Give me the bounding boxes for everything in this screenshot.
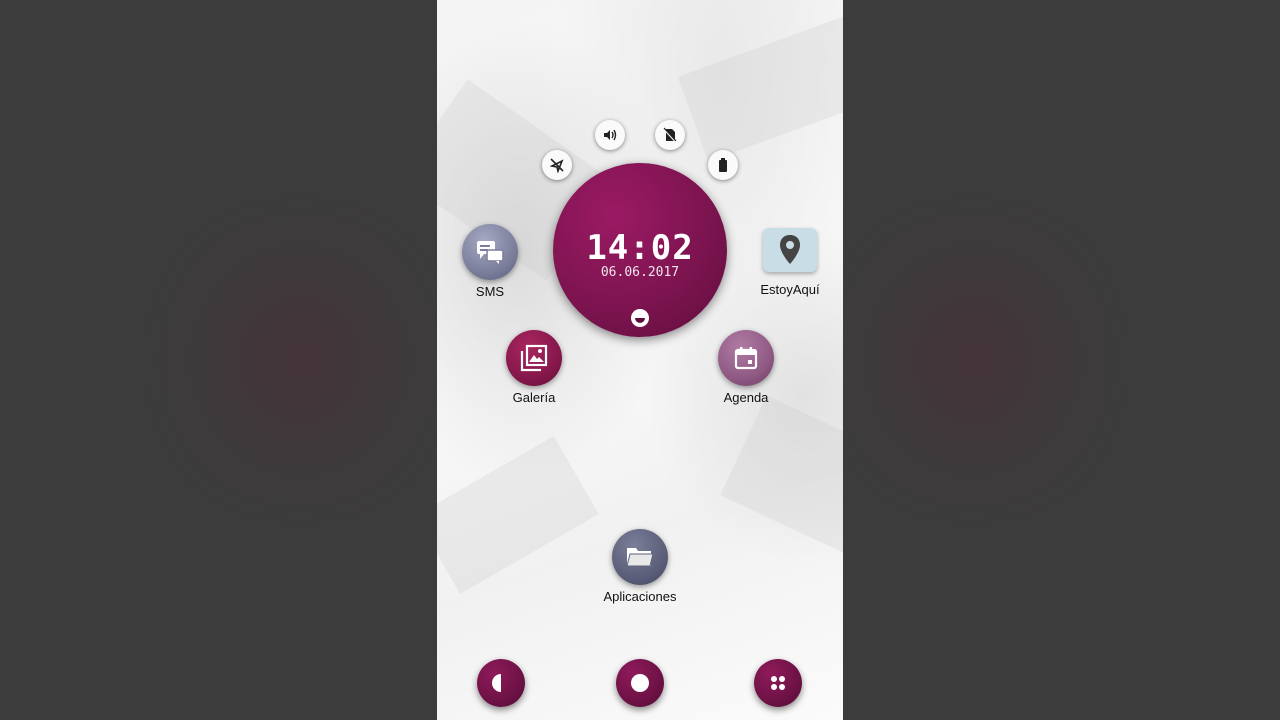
app-estoyaqui[interactable]: EstoyAquí	[745, 224, 835, 298]
phone-screen: 14:02 06.06.2017 SMS EstoyAquí Galería A…	[437, 0, 843, 720]
blurred-background-right	[843, 0, 1280, 720]
app-label: Galería	[512, 390, 556, 405]
app-label: EstoyAquí	[760, 282, 820, 297]
battery-icon[interactable]	[708, 150, 738, 180]
clock-toggle-button[interactable]	[631, 309, 649, 327]
clock-widget[interactable]: 14:02 06.06.2017	[553, 163, 727, 337]
location-off-icon[interactable]	[542, 150, 572, 180]
back-button[interactable]	[477, 659, 525, 707]
app-agenda[interactable]: Agenda	[701, 330, 791, 406]
app-aplicaciones[interactable]: Aplicaciones	[595, 529, 685, 605]
no-sim-icon[interactable]	[655, 120, 685, 150]
chat-icon	[462, 224, 518, 280]
app-galeria[interactable]: Galería	[489, 330, 579, 406]
app-label: SMS	[475, 284, 505, 299]
app-label: Aplicaciones	[603, 589, 677, 604]
blurred-background-left	[0, 0, 437, 720]
apps-button[interactable]	[754, 659, 802, 707]
volume-icon[interactable]	[595, 120, 625, 150]
app-label: Agenda	[723, 390, 769, 405]
calendar-icon	[718, 330, 774, 386]
gallery-icon	[506, 330, 562, 386]
clock-time: 14:02	[586, 228, 694, 268]
half-moon-icon	[635, 318, 645, 323]
map-pin-icon	[763, 228, 817, 272]
half-circle-icon	[492, 674, 501, 692]
grid-dots-icon	[771, 676, 785, 690]
app-sms[interactable]: SMS	[445, 224, 535, 300]
home-button[interactable]	[616, 659, 664, 707]
folder-icon	[612, 529, 668, 585]
clock-date: 06.06.2017	[600, 265, 680, 280]
circle-icon	[631, 674, 649, 692]
